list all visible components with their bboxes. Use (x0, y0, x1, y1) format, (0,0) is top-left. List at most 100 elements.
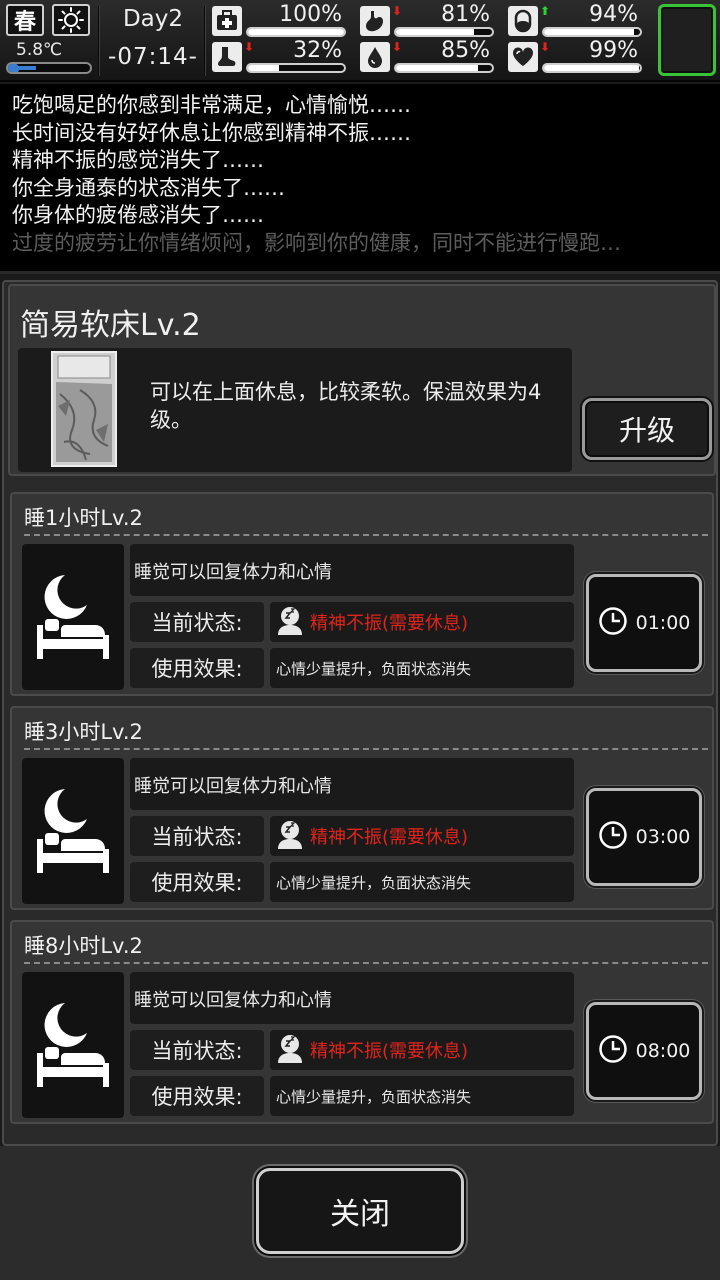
duration-label: 01:00 (635, 612, 691, 634)
stat-bar (394, 27, 494, 37)
effect-label: 使用效果: (130, 862, 264, 902)
status-value: 精神不振(需要休息) (310, 827, 469, 848)
sleep-duration-button[interactable]: 03:00 (586, 788, 702, 886)
stat-bar-fill (248, 29, 344, 35)
stat-percent: 94% (589, 2, 638, 27)
bed-panel: 简易软床Lv.2 可以在上面休息，比较柔软。保温效果为4级。 升级 睡1小时Lv… (2, 280, 718, 1146)
dashed-divider (24, 534, 708, 536)
log-line: 精神不振的感觉消失了…… (12, 148, 264, 172)
effect-value: 心情少量提升，负面状态消失 (276, 659, 472, 678)
duration-label: 03:00 (635, 826, 691, 848)
status-hud: 春 5.8℃ Day2 -07:14- 100% ⬇ 81% ⬆ 94% ⬇ 32% ⬇ 85%… (0, 0, 720, 82)
sleep-description: 睡觉可以回复体力和心情 (130, 758, 574, 810)
pill-icon (508, 6, 538, 36)
sleep-option-title: 睡8小时Lv.2 (24, 934, 143, 958)
log-line: 你全身通泰的状态消失了…… (12, 175, 285, 200)
effect-value-box: 心情少量提升，负面状态消失 (270, 648, 574, 688)
log-line: 长时间没有好好休息让你感到精神不振…… (12, 120, 411, 145)
sleepy-face-icon (276, 1033, 304, 1067)
stat-bar (542, 27, 642, 37)
first-aid-icon (212, 6, 242, 36)
status-value-box: 精神不振(需要休息) (270, 602, 574, 642)
close-button[interactable]: 关闭 (256, 1168, 464, 1254)
log-line: 你身体的疲倦感消失了…… (12, 203, 264, 227)
day-counter: Day2 (122, 6, 184, 32)
effect-label: 使用效果: (130, 648, 264, 688)
stat-percent: 81% (441, 2, 490, 27)
stat-percent: 100% (279, 2, 342, 27)
stat-thirst: ⬇ 85% (360, 38, 496, 74)
effect-value-box: 心情少量提升，负面状态消失 (270, 862, 574, 902)
stat-bar-fill (248, 65, 279, 71)
stat-bar (394, 63, 494, 73)
stat-bar (246, 63, 346, 73)
status-label: 当前状态: (130, 1030, 264, 1070)
duration-label: 08:00 (635, 1040, 691, 1062)
effect-value: 心情少量提升，负面状态消失 (276, 1087, 472, 1106)
trend-up-icon: ⬆ (540, 4, 551, 18)
effect-value-box: 心情少量提升，负面状态消失 (270, 1076, 574, 1116)
heart-icon (508, 42, 538, 72)
stat-mood: ⬇ 99% (508, 38, 644, 74)
sleep-option-card: 睡1小时Lv.2 睡觉可以回复体力和心情当前状态: 精神不振(需要休息) 使用效果: 心… (10, 492, 714, 696)
sleep-duration-button[interactable]: 08:00 (586, 1002, 702, 1100)
foot-icon (212, 42, 242, 72)
sleep-bed-icon (22, 544, 124, 690)
stat-percent: 99% (589, 38, 638, 63)
trend-down-icon: ⬇ (392, 4, 403, 18)
stat-bar (542, 63, 642, 73)
status-value-box: 精神不振(需要休息) (270, 816, 574, 856)
stat-hunger: ⬇ 81% (360, 2, 496, 38)
sleep-description: 睡觉可以回复体力和心情 (130, 544, 574, 596)
dashed-divider (24, 962, 708, 964)
hud-divider (98, 6, 100, 76)
item-info-box: 可以在上面休息，比较柔软。保温效果为4级。 (18, 348, 572, 472)
status-value: 精神不振(需要休息) (310, 1041, 469, 1062)
upgrade-button[interactable]: 升级 (582, 398, 712, 460)
sleep-option-title: 睡3小时Lv.2 (24, 720, 143, 744)
status-label: 当前状态: (130, 816, 264, 856)
sleep-description: 睡觉可以回复体力和心情 (130, 972, 574, 1024)
effect-value: 心情少量提升，负面状态消失 (276, 873, 472, 892)
item-header-card: 简易软床Lv.2 可以在上面休息，比较柔软。保温效果为4级。 升级 (8, 284, 716, 476)
status-label: 当前状态: (130, 602, 264, 642)
equipment-slot[interactable] (658, 4, 716, 76)
stat-bar (246, 27, 346, 37)
stat-bar-fill (396, 65, 478, 71)
effect-label: 使用效果: (130, 1076, 264, 1116)
clock-icon (598, 820, 628, 855)
sleep-option-title: 睡1小时Lv.2 (24, 506, 143, 530)
stat-health: 100% (212, 2, 348, 38)
stat-medicine: ⬆ 94% (508, 2, 644, 38)
hud-divider (204, 6, 206, 76)
stat-percent: 85% (441, 38, 490, 63)
sleep-option-card: 睡8小时Lv.2 睡觉可以回复体力和心情当前状态: 精神不振(需要休息) 使用效果: 心… (10, 920, 714, 1124)
item-description: 可以在上面休息，比较柔软。保温效果为4级。 (150, 380, 542, 432)
sun-icon (58, 7, 84, 33)
stat-bar-fill (544, 29, 635, 35)
stomach-icon (360, 6, 390, 36)
trend-down-icon: ⬇ (392, 40, 403, 54)
status-value: 精神不振(需要休息) (310, 613, 469, 634)
sleep-duration-button[interactable]: 01:00 (586, 574, 702, 672)
clock-icon (598, 606, 628, 641)
sleep-option-card: 睡3小时Lv.2 睡觉可以回复体力和心情当前状态: 精神不振(需要休息) 使用效果: 心… (10, 706, 714, 910)
item-title: 简易软床Lv.2 (20, 308, 201, 343)
temperature-readout: 5.8℃ (16, 40, 63, 60)
water-drop-icon (360, 42, 390, 72)
temperature-bar (6, 62, 92, 74)
simple-bed-image (51, 351, 117, 467)
stat-bar-fill (544, 65, 640, 71)
clock-readout: -07:14- (108, 44, 198, 70)
log-line: 吃饱喝足的你感到非常满足，心情愉悦…… (12, 93, 411, 117)
thermometer-bulb (8, 64, 19, 72)
stat-percent: 32% (293, 38, 342, 63)
weather-box (52, 4, 90, 36)
event-log[interactable]: 吃饱喝足的你感到非常满足，心情愉悦…… 长时间没有好好休息让你感到精神不振…… … (0, 84, 720, 274)
clock-icon (598, 1034, 628, 1069)
dashed-divider (24, 748, 708, 750)
sleep-bed-icon (22, 972, 124, 1118)
log-line: 过度的疲劳让你情绪烦闷，影响到你的健康，同时不能进行慢跑… (12, 230, 621, 255)
sleep-bed-icon (22, 758, 124, 904)
sleepy-face-icon (276, 819, 304, 853)
